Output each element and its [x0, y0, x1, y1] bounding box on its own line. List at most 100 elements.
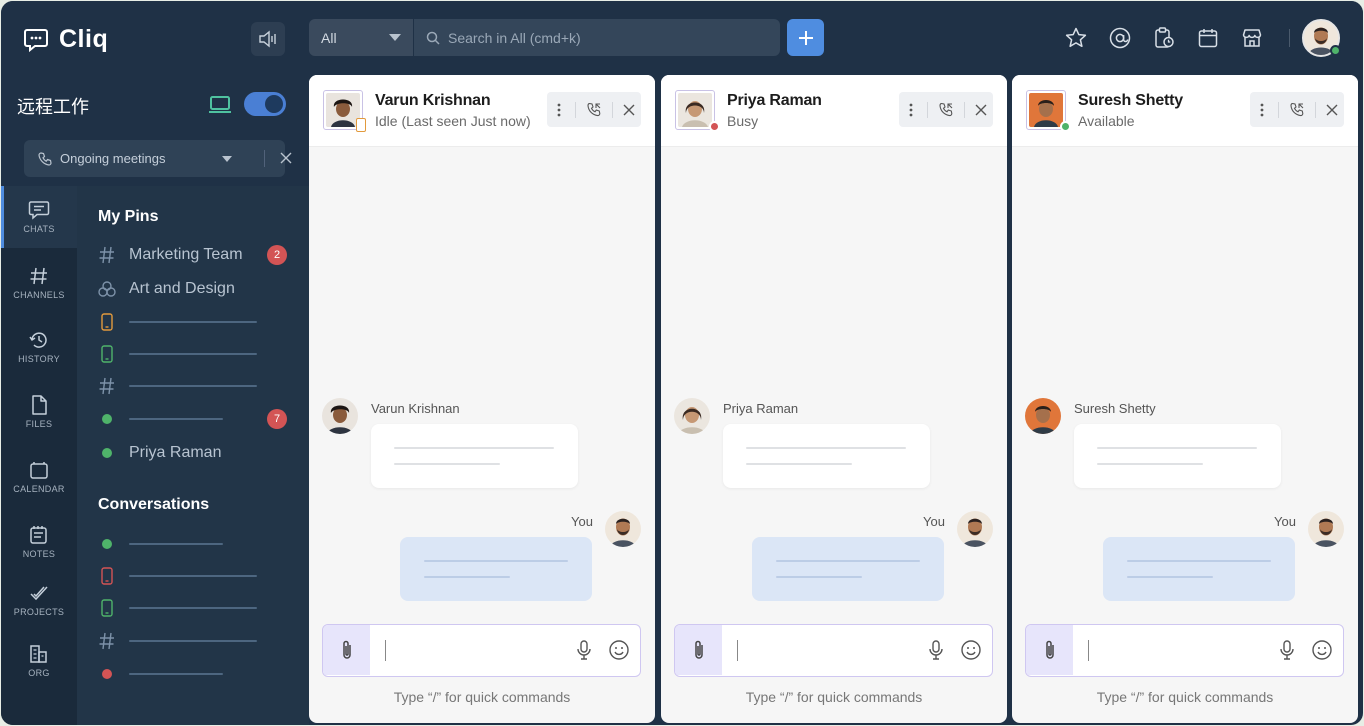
rail-item-notes[interactable]: NOTES: [1, 511, 77, 573]
app-logo[interactable]: Cliq: [23, 25, 108, 54]
microphone-icon[interactable]: [1279, 639, 1295, 661]
more-vertical-icon[interactable]: [904, 102, 918, 118]
rail-item-history[interactable]: HISTORY: [1, 316, 77, 378]
mentions-button[interactable]: [1105, 23, 1135, 53]
conversation-item[interactable]: [97, 564, 297, 588]
outgoing-message-bubble[interactable]: [1103, 537, 1295, 601]
emoji-icon[interactable]: [608, 639, 630, 661]
pin-label: Priya Raman: [129, 444, 222, 461]
desktop-icon[interactable]: [209, 95, 233, 115]
rail-label: ORG: [28, 668, 50, 678]
rail-label: CALENDAR: [13, 484, 65, 494]
chat-header: Priya Raman Busy: [661, 75, 1007, 146]
conversations-title: Conversations: [98, 496, 210, 513]
call-icon[interactable]: [938, 102, 954, 118]
message-sender-name: Suresh Shetty: [1074, 401, 1156, 416]
outgoing-message-bubble[interactable]: [400, 537, 592, 601]
emoji-icon[interactable]: [960, 639, 982, 661]
rail-label: HISTORY: [18, 354, 60, 364]
pin-item-priya-raman[interactable]: Priya Raman: [97, 441, 297, 465]
calendar-button[interactable]: [1193, 23, 1223, 53]
workspace-title[interactable]: 远程工作: [17, 93, 89, 119]
top-action-icons: [1061, 23, 1267, 53]
avatar-image: [1308, 511, 1344, 547]
sender-avatar[interactable]: [322, 398, 358, 434]
chat-header-actions: [1250, 92, 1344, 127]
pin-item-art-and-design[interactable]: Art and Design: [97, 277, 297, 301]
microphone-icon[interactable]: [928, 639, 944, 661]
pin-item-placeholder[interactable]: [97, 310, 297, 334]
unread-badge: 2: [267, 245, 287, 265]
my-avatar[interactable]: [1308, 511, 1344, 547]
sender-avatar[interactable]: [1025, 398, 1061, 434]
pin-label: Marketing Team: [129, 246, 243, 263]
attach-button[interactable]: [1026, 625, 1073, 675]
close-icon[interactable]: [278, 150, 294, 166]
pin-item-placeholder[interactable]: [97, 342, 297, 366]
rail-item-org[interactable]: ORG: [1, 630, 77, 692]
call-icon[interactable]: [1289, 102, 1305, 118]
conversation-item[interactable]: [97, 596, 297, 620]
rail-item-channels[interactable]: CHANNELS: [1, 252, 77, 314]
more-vertical-icon[interactable]: [552, 102, 566, 118]
attach-button[interactable]: [323, 625, 370, 675]
reminder-icon: [1155, 27, 1174, 48]
search-scope-select[interactable]: All: [309, 19, 413, 56]
close-icon[interactable]: [974, 103, 988, 117]
pin-item-placeholder[interactable]: [97, 374, 297, 398]
starred-button[interactable]: [1061, 23, 1091, 53]
reminders-button[interactable]: [1149, 23, 1179, 53]
outgoing-message-bubble[interactable]: [752, 537, 944, 601]
placeholder-line: [1097, 447, 1257, 449]
chat-header-actions: [899, 92, 993, 127]
incoming-message-bubble[interactable]: [1074, 424, 1281, 488]
rail-item-files[interactable]: FILES: [1, 381, 77, 443]
announcement-button[interactable]: [251, 22, 285, 56]
more-vertical-icon[interactable]: [1255, 102, 1269, 118]
message-composer[interactable]: [674, 624, 993, 677]
rail-item-calendar[interactable]: CALENDAR: [1, 446, 77, 508]
search-input[interactable]: [448, 29, 768, 46]
sender-avatar[interactable]: [674, 398, 710, 434]
history-icon: [29, 332, 47, 348]
incoming-message-bubble[interactable]: [723, 424, 930, 488]
check-icon: [30, 586, 48, 601]
new-chat-button[interactable]: [787, 19, 824, 56]
attach-button[interactable]: [675, 625, 722, 675]
incoming-message-bubble[interactable]: [371, 424, 578, 488]
contact-name[interactable]: Varun Krishnan: [375, 92, 491, 110]
marketplace-button[interactable]: [1237, 23, 1267, 53]
contact-name[interactable]: Priya Raman: [727, 92, 822, 110]
top-bar: Cliq All: [1, 1, 1363, 75]
chevron-down-icon[interactable]: [222, 156, 232, 162]
conversation-item[interactable]: [97, 532, 297, 556]
conversation-item[interactable]: [97, 662, 297, 686]
contact-name[interactable]: Suresh Shetty: [1078, 92, 1183, 110]
rail-item-chats[interactable]: CHATS: [1, 186, 77, 248]
speaker-icon: [259, 30, 276, 48]
emoji-icon[interactable]: [1311, 639, 1333, 661]
contact-status: Busy: [727, 113, 759, 129]
message-composer[interactable]: [322, 624, 641, 677]
rail-item-projects[interactable]: PROJECTS: [1, 569, 77, 631]
call-icon[interactable]: [586, 102, 602, 118]
close-icon[interactable]: [622, 103, 636, 117]
my-avatar[interactable]: [957, 511, 993, 547]
you-label: You: [923, 514, 945, 529]
microphone-icon[interactable]: [576, 639, 592, 661]
search-bar[interactable]: [414, 19, 780, 56]
org-icon: [30, 645, 47, 663]
my-avatar[interactable]: [605, 511, 641, 547]
status-toggle[interactable]: [244, 92, 286, 116]
ongoing-meetings-dropdown[interactable]: Ongoing meetings: [24, 140, 292, 177]
placeholder-line: [776, 560, 920, 562]
placeholder-line: [129, 418, 223, 420]
store-icon: [1242, 29, 1262, 47]
toggle-knob: [265, 95, 283, 113]
message-composer[interactable]: [1025, 624, 1344, 677]
conversation-item[interactable]: [97, 629, 297, 653]
busy-dot-icon: [102, 669, 112, 679]
rail-label: CHATS: [23, 224, 55, 234]
paperclip-icon: [694, 640, 703, 659]
close-icon[interactable]: [1325, 103, 1339, 117]
